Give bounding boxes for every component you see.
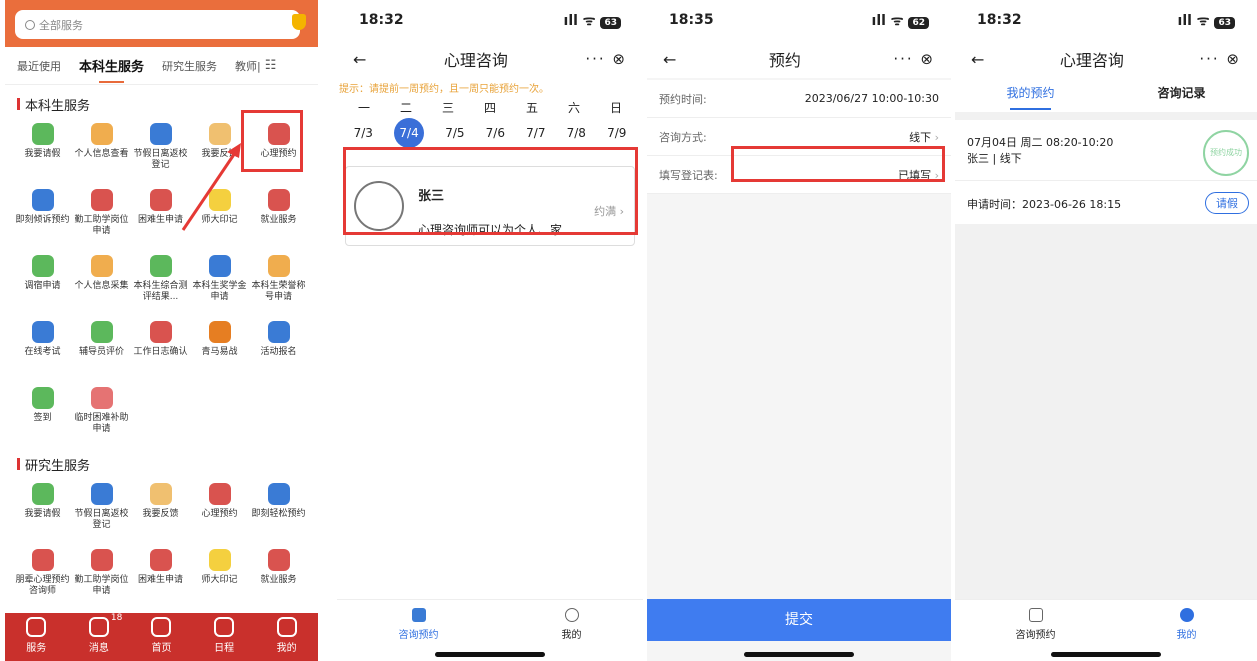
signal-icon: ıll ᯤ <box>1177 12 1215 29</box>
date-row: 7/3 7/4 7/5 7/6 7/7 7/8 7/9 <box>337 118 643 148</box>
battery: 63 <box>600 16 621 29</box>
weekday: 一 <box>357 100 370 115</box>
row-label: 咨询方式: <box>659 130 707 144</box>
tab-booking[interactable]: 咨询预约 <box>399 600 439 661</box>
home-indicator <box>1051 652 1161 657</box>
tab-mine[interactable]: 我的 <box>562 600 582 661</box>
nav-bar: ← 预约 ··· ⊗ <box>647 40 951 78</box>
status-bar: 18:32 ıll ᯤ 63 <box>955 0 1257 40</box>
time-row: 预约时间: 2023/06/27 10:00-10:30 <box>647 80 951 118</box>
row-label: 填写登记表: <box>659 168 718 182</box>
weekday: 二 <box>399 100 412 115</box>
success-stamp: 预约成功 <box>1203 130 1249 176</box>
clock: 18:32 <box>977 12 1022 28</box>
appointment-tabs: 我的预约 咨询记录 <box>955 78 1257 112</box>
weekday: 四 <box>483 100 496 115</box>
booking-form-panel: 18:35 ıll ᯤ 62 ← 预约 ··· ⊗ 预约时间: 2023/06/27 1… <box>647 0 951 661</box>
clock: 18:32 <box>359 12 404 28</box>
person-icon <box>564 608 579 622</box>
row-value: 2023/06/27 10:00-10:30 <box>804 92 939 105</box>
more-close-icon[interactable]: ··· ⊗ <box>1199 50 1241 68</box>
chevron-right-icon: › <box>931 130 939 144</box>
submit-button[interactable]: 提交 <box>647 599 951 641</box>
status-bar: 18:35 ıll ᯤ 62 <box>647 0 951 40</box>
signal-icon: ıll ᯤ <box>563 12 601 29</box>
tab-my-appointments[interactable]: 我的预约 <box>955 78 1106 112</box>
tab-mine[interactable]: 我的 <box>1177 600 1197 661</box>
tab-label: 咨询预约 <box>398 630 439 641</box>
nav-bar: ← 心理咨询 ··· ⊗ <box>955 40 1257 78</box>
booking-icon <box>1028 608 1043 622</box>
arrow-annotation <box>181 143 241 231</box>
more-close-icon[interactable]: ··· ⊗ <box>585 50 627 68</box>
home-indicator <box>435 652 545 657</box>
weekday: 三 <box>441 100 454 115</box>
appointment-card: 07月04日 周二 08:20-10:20 张三 | 线下 预约成功 申请时间：… <box>955 120 1257 224</box>
battery: 62 <box>908 16 929 29</box>
date-cell[interactable]: 7/6 <box>486 126 505 140</box>
booking-icon <box>411 608 426 622</box>
signal-icon: ıll ᯤ <box>871 12 909 29</box>
battery: 63 <box>1214 16 1235 29</box>
weekday-row: 一二三四五六日 <box>337 96 643 118</box>
status-bar: 18:32 ıll ᯤ 63 <box>337 0 643 40</box>
counseling-panel: 18:32 ıll ᯤ 63 ← 心理咨询 ··· ⊗ 提示：请提前一周预约，且一周只… <box>337 0 643 661</box>
person-icon <box>1179 608 1194 622</box>
tab-booking[interactable]: 咨询预约 <box>1016 600 1056 661</box>
weekday: 六 <box>567 100 580 115</box>
more-close-icon[interactable]: ··· ⊗ <box>893 50 935 68</box>
appointment-date: 07月04日 周二 08:20-10:20 <box>967 136 1114 149</box>
row-label: 预约时间: <box>659 92 707 106</box>
back-icon[interactable]: ← <box>353 50 366 69</box>
weekday: 五 <box>525 100 538 115</box>
row-value: 线下 <box>909 130 932 144</box>
home-indicator <box>744 652 854 657</box>
back-icon[interactable]: ← <box>663 50 676 69</box>
my-appointments-panel: 18:32 ıll ᯤ 63 ← 心理咨询 ··· ⊗ 我的预约 咨询记录 07月04… <box>955 0 1257 661</box>
page-title: 预约 <box>768 51 801 70</box>
tab-label: 我的 <box>561 630 582 641</box>
divider <box>955 180 1257 181</box>
date-cell[interactable]: 7/5 <box>445 126 464 140</box>
date-cell[interactable]: 7/3 <box>354 126 373 140</box>
nav-bar: ← 心理咨询 ··· ⊗ <box>337 40 643 78</box>
back-icon[interactable]: ← <box>971 50 984 69</box>
page-title: 心理咨询 <box>1059 51 1124 70</box>
tab-records[interactable]: 咨询记录 <box>1106 78 1257 112</box>
clock: 18:35 <box>669 12 714 28</box>
tip-text: 提示：请提前一周预约，且一周只能预约一次。 <box>339 84 549 95</box>
leave-button[interactable]: 请假 <box>1205 192 1249 214</box>
page-title: 心理咨询 <box>443 51 508 70</box>
highlight-box <box>343 147 638 235</box>
appointment-who: 张三 | 线下 <box>967 152 1022 165</box>
date-cell[interactable]: 7/9 <box>607 126 626 140</box>
tab-label: 我的 <box>1176 630 1197 641</box>
weekday: 日 <box>609 100 622 115</box>
apply-time: 申请时间：2023-06-26 18:15 <box>967 198 1122 211</box>
date-cell[interactable]: 7/8 <box>567 126 586 140</box>
tab-label: 咨询预约 <box>1015 630 1056 641</box>
services-panel: 全部服务 最近使用 本科生服务 研究生服务 教师| ☷ 本科生服务 我要请假 个人… <box>5 0 318 661</box>
date-cell[interactable]: 7/7 <box>526 126 545 140</box>
date-cell[interactable]: 7/4 <box>394 118 425 148</box>
highlight-box <box>731 146 945 182</box>
